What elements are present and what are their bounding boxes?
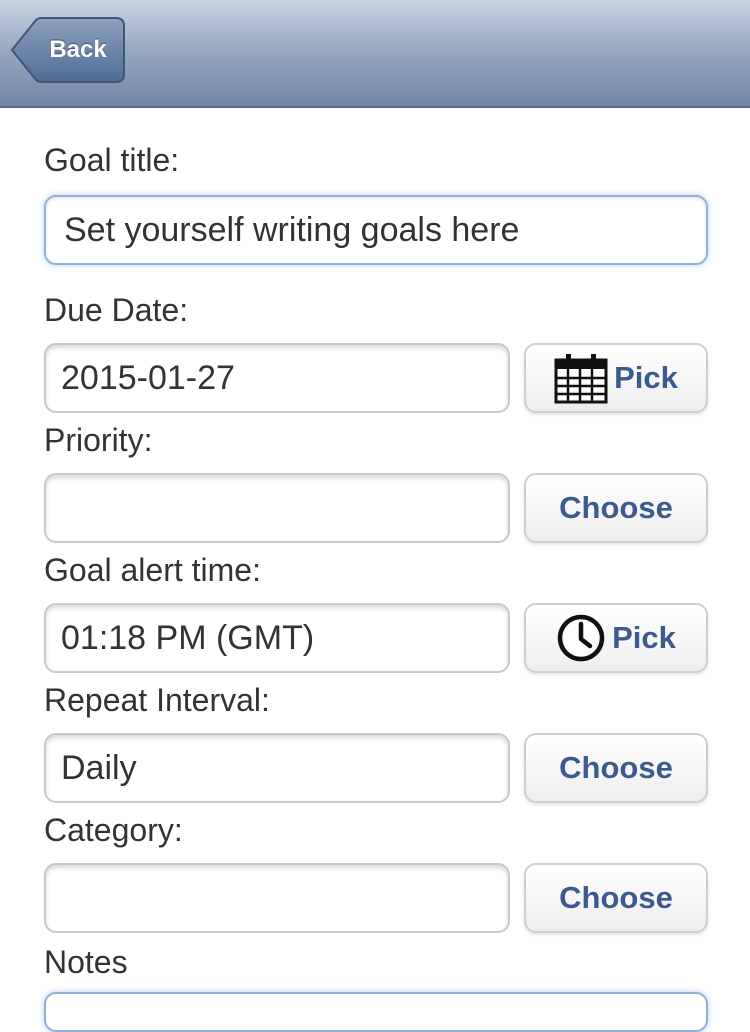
goal-title-label: Goal title:: [44, 142, 180, 178]
alert-time-label: Goal alert time:: [44, 552, 261, 588]
category-label: Category:: [44, 812, 183, 848]
due-date-label: Due Date:: [44, 292, 189, 328]
navigation-bar: Back: [0, 0, 750, 108]
calendar-icon: [554, 352, 608, 404]
due-date-pick-button[interactable]: Pick: [524, 343, 708, 413]
notes-textarea[interactable]: [44, 992, 708, 1032]
back-button[interactable]: Back: [10, 17, 126, 83]
alert-time-pick-button[interactable]: Pick: [524, 603, 708, 673]
category-choose-label: Choose: [559, 880, 673, 915]
priority-label: Priority:: [44, 422, 153, 458]
repeat-interval-field[interactable]: Daily: [44, 733, 510, 803]
due-date-field[interactable]: 2015-01-27: [44, 343, 510, 413]
notes-label: Notes: [44, 944, 128, 980]
priority-choose-button[interactable]: Choose: [524, 473, 708, 543]
clock-icon: [556, 613, 606, 663]
alert-time-field[interactable]: 01:18 PM (GMT): [44, 603, 510, 673]
priority-choose-label: Choose: [559, 490, 673, 525]
category-choose-button[interactable]: Choose: [524, 863, 708, 933]
priority-field[interactable]: [44, 473, 510, 543]
back-button-label: Back: [49, 36, 107, 63]
repeat-interval-choose-button[interactable]: Choose: [524, 733, 708, 803]
due-date-pick-label: Pick: [614, 360, 678, 395]
goal-title-input[interactable]: Set yourself writing goals here: [44, 195, 708, 265]
repeat-interval-choose-label: Choose: [559, 750, 673, 785]
alert-time-pick-label: Pick: [612, 620, 676, 655]
repeat-interval-label: Repeat Interval:: [44, 682, 270, 718]
category-field[interactable]: [44, 863, 510, 933]
